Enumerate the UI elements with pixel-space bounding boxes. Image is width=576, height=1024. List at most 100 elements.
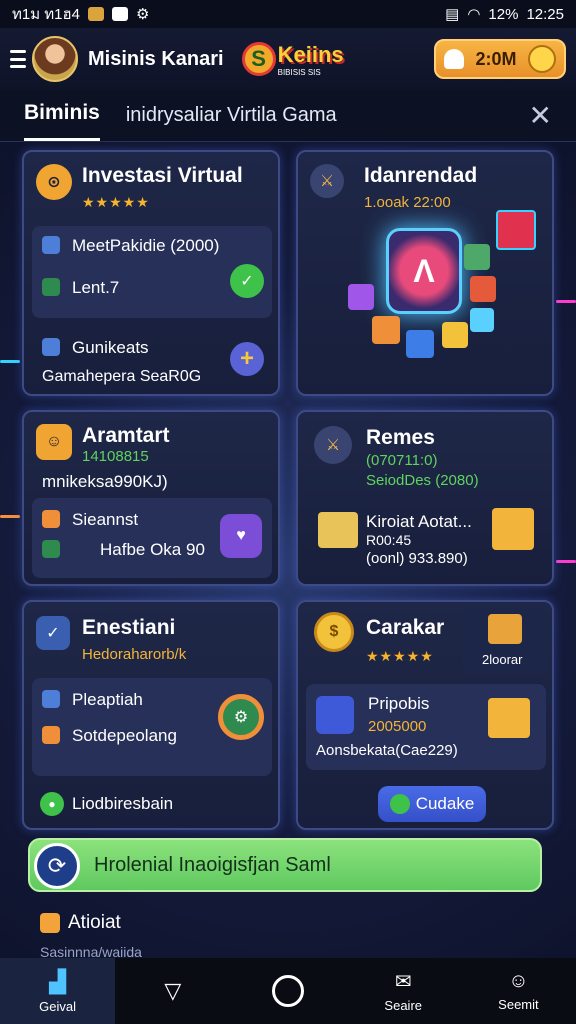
card-row: Sotdepeolang [72, 726, 177, 745]
status-bar: ท1ม ท1ฮ4 ⚙ ▤ ◠ 12% 12:25 [0, 0, 576, 28]
calendar-icon [389, 794, 410, 814]
coin-balance-button[interactable]: 2:0M [434, 39, 566, 79]
title-bar: Biminis inidrysaliar Virtila Gama ✕ [0, 90, 576, 142]
clock: 12:25 [526, 5, 564, 23]
card-subtitle: Hedoraharorb/k [82, 646, 187, 663]
rating-stars: ★★★★★ [82, 194, 150, 210]
nav-item-seemit[interactable]: ☺ Seemit [461, 958, 576, 1024]
tag-icon [42, 726, 60, 744]
hexagon-icon[interactable]: ♥ [220, 514, 262, 558]
card-icon: ⊙ [36, 164, 72, 200]
card-enestiani[interactable]: ✓ Enestiani Hedoraharorb/k Pleaptiah Sot… [22, 600, 280, 830]
card-title: Carakar [366, 616, 445, 639]
circle-icon [272, 975, 304, 1007]
orbit-icon [406, 330, 434, 358]
building-icon [42, 236, 60, 254]
tab-active[interactable]: Biminis [24, 101, 100, 141]
card-subtitle: (070711:0) [366, 452, 438, 469]
trophy-icon [40, 913, 60, 933]
cudake-button-label: Cudake [415, 794, 475, 813]
card-row: Sieannst [72, 510, 139, 529]
card-row: (oonl) 933.890) [366, 550, 468, 567]
glow-line [556, 300, 576, 303]
cudake-button[interactable]: Cudake [378, 786, 486, 822]
card-row: Liodbiresbain [72, 794, 174, 813]
chart-icon [42, 278, 60, 296]
nav-item-geival[interactable]: ▟ Geival [0, 958, 116, 1024]
signal-icon: ▤ [445, 6, 460, 23]
stack-icon [42, 540, 60, 558]
glow-line [0, 360, 20, 363]
rating-stars: ★★★★★ [366, 648, 434, 664]
refresh-icon: ⟳ [34, 843, 80, 889]
nav-item-seaire[interactable]: ✉ Seaire [346, 958, 461, 1024]
document-icon [42, 338, 60, 356]
logo-s-icon: S [241, 42, 276, 76]
badge-label: 2loorar [482, 652, 523, 667]
add-icon[interactable]: + [230, 342, 264, 376]
card-title: Remes [366, 426, 435, 449]
app-logo: S Keiins BIBISIS SIS [241, 41, 344, 77]
close-icon[interactable]: ✕ [529, 99, 552, 132]
logo-text: Keiins [277, 41, 344, 67]
chest-icon [492, 508, 534, 550]
promo-banner-text: Hrolenial Inaoigisfjan Saml [94, 853, 331, 876]
chest-icon [488, 698, 530, 738]
card-row: Gunikeats [72, 338, 149, 357]
shield-icon: Λ [386, 228, 462, 314]
promo-banner[interactable]: ⟳ Hrolenial Inaoigisfjan Saml [28, 838, 542, 892]
avatar[interactable] [32, 36, 78, 82]
cube-icon [496, 210, 536, 250]
card-subtitle: 1.ooak 22:00 [364, 194, 451, 211]
menu-icon[interactable] [10, 50, 26, 68]
footer-item[interactable]: Atioiat [40, 912, 121, 934]
card-line: SeiodDes (2080) [366, 472, 479, 489]
card-line: mnikeksa990KJ) [42, 472, 168, 491]
card-investasi-virtual[interactable]: ⊙ Investasi Virtual ★★★★★ MeetPakidie (2… [22, 150, 280, 396]
app-notification-icon [112, 7, 129, 21]
card-icon: ⚔ [314, 426, 352, 464]
orbit-icon [442, 322, 468, 348]
settings-icon: ⚙ [136, 6, 150, 23]
card-row: Pleaptiah [72, 690, 143, 709]
profile-icon: ☺ [508, 970, 529, 992]
orbit-icon [372, 316, 400, 344]
app-header: Misinis Kanari S Keiins BIBISIS SIS 2:0M [0, 28, 576, 90]
card-icon: ✓ [36, 616, 70, 650]
card-row: R00:45 [366, 532, 412, 548]
gear-icon[interactable]: ⚙ [218, 694, 264, 740]
card-aramtart[interactable]: ☺ Aramtart 14108815 mnikeksa990KJ) Siean… [22, 410, 280, 586]
glow-line [0, 515, 20, 518]
footer-item-text: Atioiat [68, 912, 121, 933]
wifi-icon: ◠ [467, 6, 481, 23]
nav-item-send[interactable]: ▽ [115, 958, 230, 1024]
send-icon: ▽ [164, 978, 182, 1003]
card-idanrendad[interactable]: ⚔ Idanrendad 1.ooak 22:00 Λ [296, 150, 554, 396]
coin-balance: 2:0M [475, 48, 517, 69]
card-row: Kiroiat Aotat... [366, 512, 472, 531]
username: Misinis Kanari [88, 47, 224, 70]
card-carakar[interactable]: $ Carakar ★★★★★ 2loorar Pripobis 2005000… [296, 600, 554, 830]
nav-label: Seemit [498, 997, 539, 1012]
notification-icon [88, 7, 105, 21]
robot-icon [318, 512, 358, 548]
card-title: Investasi Virtual [82, 164, 243, 187]
card-remes[interactable]: ⚔ Remes (070711:0) SeiodDes (2080) Kiroi… [296, 410, 554, 586]
footer-subtext: Sasinnna/waiida [40, 944, 142, 958]
logo-subtext: BIBISIS SIS [277, 67, 321, 77]
nav-item-home[interactable] [230, 958, 345, 1024]
nav-label: Geival [39, 998, 77, 1014]
card-row: 2005000 [368, 718, 427, 735]
card-title: Enestiani [82, 616, 176, 639]
chart-icon: ▟ [49, 968, 67, 994]
glow-line [556, 560, 576, 563]
avatar-icon [316, 696, 354, 734]
orbit-icon [464, 244, 490, 270]
bottom-nav: ▟ Geival ▽ ✉ Seaire ☺ Seemit [0, 958, 576, 1024]
card-row: Aonsbekata(Cae229) [316, 742, 458, 759]
nav-label: Seaire [384, 998, 422, 1013]
page-title: inidrysaliar Virtila Gama [125, 104, 337, 126]
status-left-text: ท1ม ท1ฮ4 [12, 6, 81, 23]
coin-icon: $ [314, 612, 354, 652]
check-icon[interactable]: ✓ [230, 264, 264, 298]
